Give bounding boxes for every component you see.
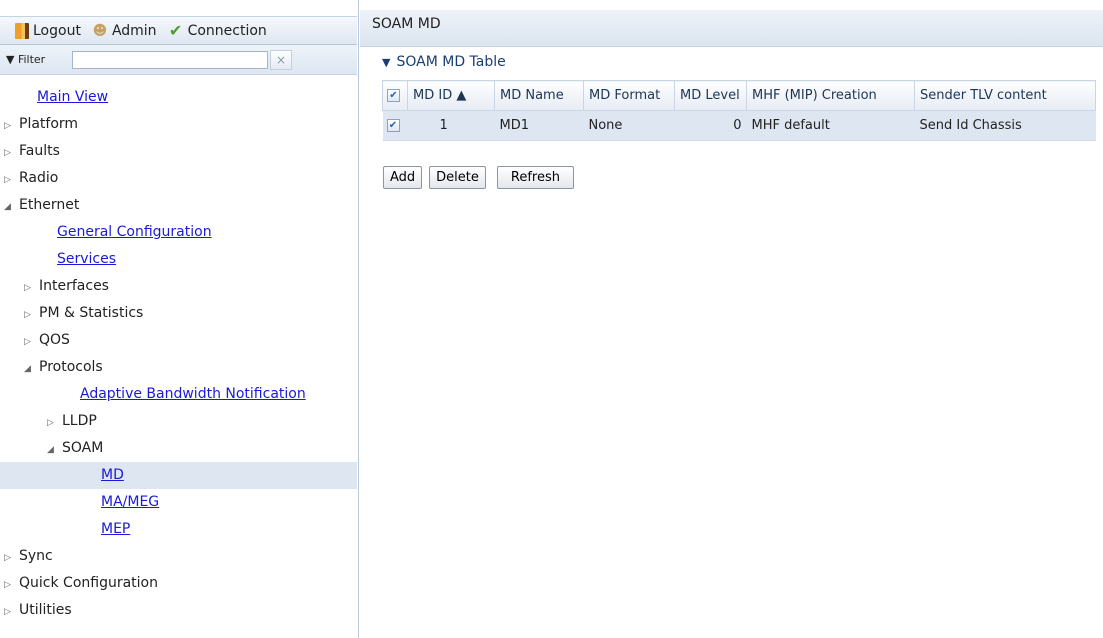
checkmark-icon: ✔ [168,20,183,40]
tree-item-interfaces[interactable]: ▷ Interfaces [0,273,357,300]
filter-bar: ▼ Filter × [0,45,357,75]
top-toolbar: Logout ☻ Admin ✔ Connection [0,16,357,45]
tree-item-label: Sync [19,548,53,564]
tree-item-label: Platform [19,116,79,132]
delete-button[interactable]: Delete [429,166,486,189]
collapse-arrow-icon[interactable]: ◢ [4,194,16,221]
tree-item-label: MA/MEG [101,494,160,510]
page-title: SOAM MD [360,10,1103,47]
section-toggle[interactable]: ▼ SOAM MD Table [382,54,506,70]
tree-item-label: MD [101,467,124,483]
tree-item-sync[interactable]: ▷ Sync [0,543,357,570]
sender-tlv-cell: Send Id Chassis [914,110,1096,141]
tree-item-qos[interactable]: ▷ QOS [0,327,357,354]
user-icon: ☻ [92,22,108,39]
tree-item-quick-configuration[interactable]: ▷ Quick Configuration [0,570,357,597]
collapse-triangle-icon: ▼ [382,56,391,69]
expand-arrow-icon[interactable]: ▷ [4,545,16,572]
logout-button[interactable]: Logout [15,22,81,39]
expand-arrow-icon[interactable]: ▷ [24,275,36,302]
mhf-creation-cell: MHF default [746,110,915,141]
admin-button[interactable]: ☻ Admin [92,23,157,39]
expand-arrow-icon[interactable]: ▷ [47,410,59,437]
tree-item-label: Interfaces [39,278,109,294]
tree-item-services[interactable]: Services [0,246,357,273]
connection-label: Connection [187,22,267,39]
tree-item-pm-statistics[interactable]: ▷ PM & Statistics [0,300,357,327]
column-header-md-id[interactable]: MD ID ▲ [407,80,495,111]
tree-item-md[interactable]: MD [0,462,357,489]
tree-item-adaptive-bandwidth-notification[interactable]: Adaptive Bandwidth Notification [0,381,357,408]
tree-item-label: Services [57,251,117,267]
select-all-checkbox-cell[interactable]: ✔ [382,80,408,111]
tree-item-label: QOS [39,332,70,348]
tree-item-ethernet[interactable]: ◢ Ethernet [0,192,357,219]
tree-item-soam[interactable]: ◢ SOAM [0,435,357,462]
refresh-button[interactable]: Refresh [496,166,574,189]
tree-item-radio[interactable]: ▷ Radio [0,165,357,192]
collapse-arrow-icon[interactable]: ◢ [24,356,36,383]
logout-label: Logout [33,22,81,39]
expand-arrow-icon[interactable]: ▷ [24,329,36,356]
add-button[interactable]: Add [383,166,423,189]
sidebar: Logout ☻ Admin ✔ Connection ▼ Filter × M… [0,0,359,638]
tree-item-label: Adaptive Bandwidth Notification [80,386,306,402]
tree-item-label: MEP [101,521,131,537]
column-header-sender-tlv[interactable]: Sender TLV content [914,80,1096,111]
tree-item-label: Quick Configuration [19,575,158,591]
tree-item-utilities[interactable]: ▷ Utilities [0,597,357,624]
main-content: SOAM MD ▼ SOAM MD Table ✔ MD ID ▲ MD Name… [360,0,1103,638]
tree-item-label: SOAM [62,440,104,456]
filter-toggle[interactable]: ▼ Filter [6,53,72,66]
connection-button[interactable]: ✔ Connection [168,20,267,40]
tree-item-label: LLDP [62,413,97,429]
expand-arrow-icon[interactable]: ▷ [4,167,16,194]
tree-item-label: PM & Statistics [39,305,144,321]
tree-item-platform[interactable]: ▷ Platform [0,111,357,138]
tree-item-lldp[interactable]: ▷ LLDP [0,408,357,435]
expand-arrow-icon[interactable]: ▷ [4,113,16,140]
tree-item-label: Utilities [19,602,72,618]
tree-item-label: Faults [19,143,60,159]
expand-arrow-icon[interactable]: ▷ [24,302,36,329]
expand-arrow-icon[interactable]: ▷ [4,140,16,167]
column-header-md-format[interactable]: MD Format [583,80,675,111]
select-all-checkbox[interactable]: ✔ [387,89,400,102]
md-format-cell: None [583,110,675,141]
tree-item-general-configuration[interactable]: General Configuration [0,219,357,246]
table-row[interactable]: ✔ 1 MD1 None 0 MHF default Send Id Chass… [382,110,1096,141]
expand-arrow-icon[interactable]: ▷ [4,572,16,599]
tree-item-mep[interactable]: MEP [0,516,357,543]
row-checkbox-cell[interactable]: ✔ [382,110,408,141]
row-checkbox[interactable]: ✔ [386,119,400,132]
tree-item-label: General Configuration [57,224,212,240]
tree-item-label: Ethernet [19,197,80,213]
table-actions: Add Delete Refresh [383,166,581,189]
collapse-arrow-icon[interactable]: ◢ [47,437,59,464]
column-header-md-name[interactable]: MD Name [494,80,584,111]
tree-item-ma-meg[interactable]: MA/MEG [0,489,357,516]
tree-item-protocols[interactable]: ◢ Protocols [0,354,357,381]
expand-arrow-icon[interactable]: ▷ [4,599,16,626]
tree-item-label: Protocols [39,359,103,375]
md-level-cell: 0 [674,110,747,141]
md-name-cell: MD1 [494,110,584,141]
tree-item-main-view[interactable]: Main View [0,84,357,111]
column-header-md-level[interactable]: MD Level [674,80,747,111]
md-table-container: ✔ MD ID ▲ MD Name MD Format MD Level MHF… [382,80,1102,141]
clear-filter-button[interactable]: × [270,49,292,70]
tree-item-label: Radio [19,170,59,186]
md-id-cell: 1 [407,110,495,141]
tree-item-faults[interactable]: ▷ Faults [0,138,357,165]
admin-label: Admin [111,22,157,39]
filter-input[interactable] [72,50,268,69]
navigation-tree: Main View ▷ Platform ▷ Faults ▷ Radio ◢ Ethe… [0,84,357,624]
table-header-row: ✔ MD ID ▲ MD Name MD Format MD Level MHF… [382,80,1096,111]
section-title-label: SOAM MD Table [396,54,506,70]
tree-item-label: Main View [37,89,109,105]
md-table: ✔ MD ID ▲ MD Name MD Format MD Level MHF… [382,80,1096,141]
logout-icon [15,22,29,39]
column-header-mhf-creation[interactable]: MHF (MIP) Creation [746,80,915,111]
